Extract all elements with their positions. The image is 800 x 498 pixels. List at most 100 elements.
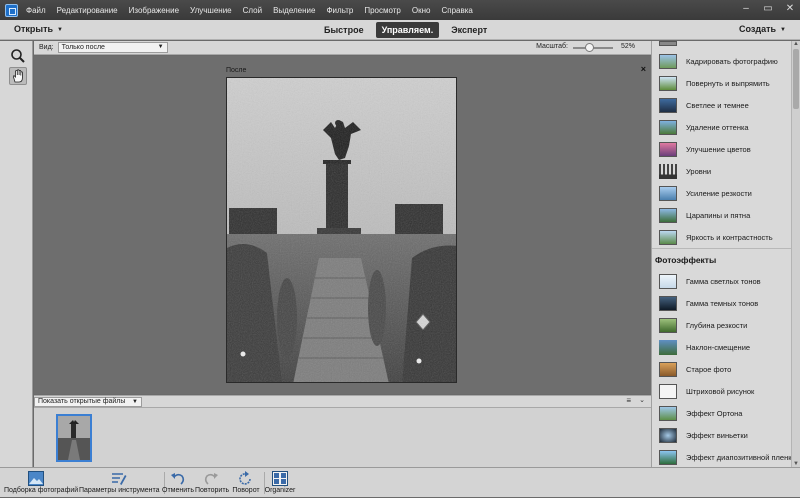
bin-menu-icon[interactable]: ≡: [626, 396, 631, 405]
list-item-label: Гамма темных тонов: [686, 298, 759, 308]
list-item-brightness[interactable]: Яркость и контрастность: [652, 226, 792, 248]
reversal-film-icon: [659, 449, 677, 465]
collapse-icon[interactable]: ⌄: [639, 396, 645, 404]
list-item[interactable]: [652, 41, 792, 50]
list-item-label: Усиление резкости: [686, 188, 752, 198]
list-item-high-key[interactable]: Гамма светлых тонов: [652, 270, 792, 292]
maximize-icon[interactable]: ▭: [762, 3, 774, 15]
brightness-contrast-icon: [659, 229, 677, 245]
tool-options-label: Параметры инструмента: [79, 487, 160, 494]
rotate-label: Поворот: [232, 487, 260, 494]
tilt-shift-icon: [659, 339, 677, 355]
photo-bin-button[interactable]: Подборка фотографий: [4, 468, 78, 498]
undo-icon: [171, 473, 185, 485]
vignette-effect-icon: [659, 427, 677, 443]
list-item-colors[interactable]: Улучшение цветов: [652, 138, 792, 160]
menu-layer[interactable]: Слой: [243, 6, 262, 15]
menu-enhance[interactable]: Улучшение: [190, 6, 232, 15]
list-item-label: Царапины и пятна: [686, 210, 751, 220]
menu-bar: Файл Редактирование Изображение Улучшени…: [0, 0, 800, 20]
undo-button[interactable]: Отменить: [162, 468, 194, 498]
list-item-crop[interactable]: Кадрировать фотографию: [652, 50, 792, 72]
app-logo-icon: [5, 3, 18, 17]
mode-bar: Открыть ▼ Быстрое Управляем. Эксперт Созд…: [0, 20, 800, 40]
rotate-button[interactable]: Поворот: [231, 468, 261, 498]
tool-options-button[interactable]: Параметры инструмента: [79, 468, 160, 498]
section-photo-effects[interactable]: Фотоэффекты: [652, 248, 792, 270]
rotate-icon: [239, 471, 251, 485]
view-mode-value: Только после: [61, 44, 105, 51]
list-item-cast[interactable]: Удаление оттенка: [652, 116, 792, 138]
photo-thumbnail[interactable]: [56, 414, 92, 462]
list-item-line-drawing[interactable]: Штриховой рисунок: [652, 380, 792, 402]
list-item-lighten[interactable]: Светлее и темнее: [652, 94, 792, 116]
list-item-levels[interactable]: Уровни: [652, 160, 792, 182]
rotate-straighten-icon: [659, 75, 677, 91]
redo-label: Повторить: [195, 487, 230, 494]
orton-effect-icon: [659, 405, 677, 421]
list-item-low-key[interactable]: Гамма темных тонов: [652, 292, 792, 314]
high-key-icon: [659, 273, 677, 289]
scroll-up-icon[interactable]: ▲: [793, 41, 799, 47]
redo-button[interactable]: Повторить: [195, 468, 230, 498]
photo-bin-icon: [28, 471, 44, 486]
scrollbar-thumb[interactable]: [793, 49, 799, 109]
zoom-label: Масштаб:: [536, 43, 568, 50]
canvas-area: После ×: [34, 56, 651, 394]
scratches-blemishes-icon: [659, 207, 677, 223]
tab-quick[interactable]: Быстрое: [318, 22, 370, 38]
organizer-icon: [272, 471, 288, 486]
view-label: Вид:: [39, 44, 54, 51]
old-photo-icon: [659, 361, 677, 377]
crop-photo-icon: [659, 53, 677, 69]
tab-expert[interactable]: Эксперт: [445, 22, 493, 38]
menu-image[interactable]: Изображение: [129, 6, 179, 15]
list-item-old-photo[interactable]: Старое фото: [652, 358, 792, 380]
levels-histogram-icon: [659, 163, 677, 179]
minimize-icon[interactable]: –: [740, 3, 752, 15]
panel-scrollbar[interactable]: ▲ ▼: [791, 41, 800, 467]
zoom-tool-icon[interactable]: [9, 47, 27, 65]
menu-file[interactable]: Файл: [26, 6, 46, 15]
sharpen-icon: [659, 185, 677, 201]
hand-tool-icon[interactable]: [9, 67, 27, 85]
menu-view[interactable]: Просмотр: [364, 6, 401, 15]
list-item-rotate[interactable]: Повернуть и выпрямить: [652, 72, 792, 94]
list-item-label: Кадрировать фотографию: [686, 56, 778, 66]
create-button[interactable]: Создать ▼: [739, 24, 786, 34]
zoom-slider-handle[interactable]: [585, 43, 594, 52]
close-icon[interactable]: ×: [641, 64, 646, 74]
menu-edit[interactable]: Редактирование: [57, 6, 118, 15]
create-button-label: Создать: [739, 24, 777, 34]
list-item-dof[interactable]: Глубина резкости: [652, 314, 792, 336]
mode-tabs: Быстрое Управляем. Эксперт: [318, 22, 493, 38]
bin-source-select[interactable]: Показать открытые файлы ▼: [34, 397, 142, 407]
list-item-sharpen[interactable]: Усиление резкости: [652, 182, 792, 204]
menu-filter[interactable]: Фильтр: [326, 6, 353, 15]
view-mode-select[interactable]: Только после ▼: [57, 42, 168, 53]
chevron-down-icon: ▼: [132, 399, 138, 405]
tab-guided[interactable]: Управляем.: [375, 22, 440, 38]
photo-bin: [34, 408, 651, 467]
after-view-label: После: [226, 67, 247, 74]
tool-options-icon: [112, 473, 127, 485]
window-controls: – ▭ ✕: [740, 3, 796, 15]
list-item-label: Светлее и темнее: [686, 100, 749, 110]
list-item-reversal-film[interactable]: Эффект диапозитивной пленки: [652, 446, 796, 467]
list-item-vignette[interactable]: Эффект виньетки: [652, 424, 792, 446]
list-item-orton[interactable]: Эффект Ортона: [652, 402, 792, 424]
list-item-label: Повернуть и выпрямить: [686, 78, 770, 88]
menu-help[interactable]: Справка: [441, 6, 472, 15]
partial-item-icon: [659, 41, 677, 46]
menu-select[interactable]: Выделение: [273, 6, 315, 15]
document-photo[interactable]: [226, 77, 457, 383]
close-window-icon[interactable]: ✕: [784, 3, 796, 15]
menu-window[interactable]: Окно: [412, 6, 431, 15]
organizer-button[interactable]: Organizer: [264, 468, 296, 498]
list-item-scratches[interactable]: Царапины и пятна: [652, 204, 792, 226]
chevron-down-icon: ▼: [780, 26, 786, 33]
open-button[interactable]: Открыть ▼: [14, 24, 63, 34]
redo-icon: [204, 473, 218, 485]
list-item-tilt-shift[interactable]: Наклон-смещение: [652, 336, 792, 358]
bottom-taskbar: Подборка фотографий Параметры инструмент…: [0, 467, 800, 497]
